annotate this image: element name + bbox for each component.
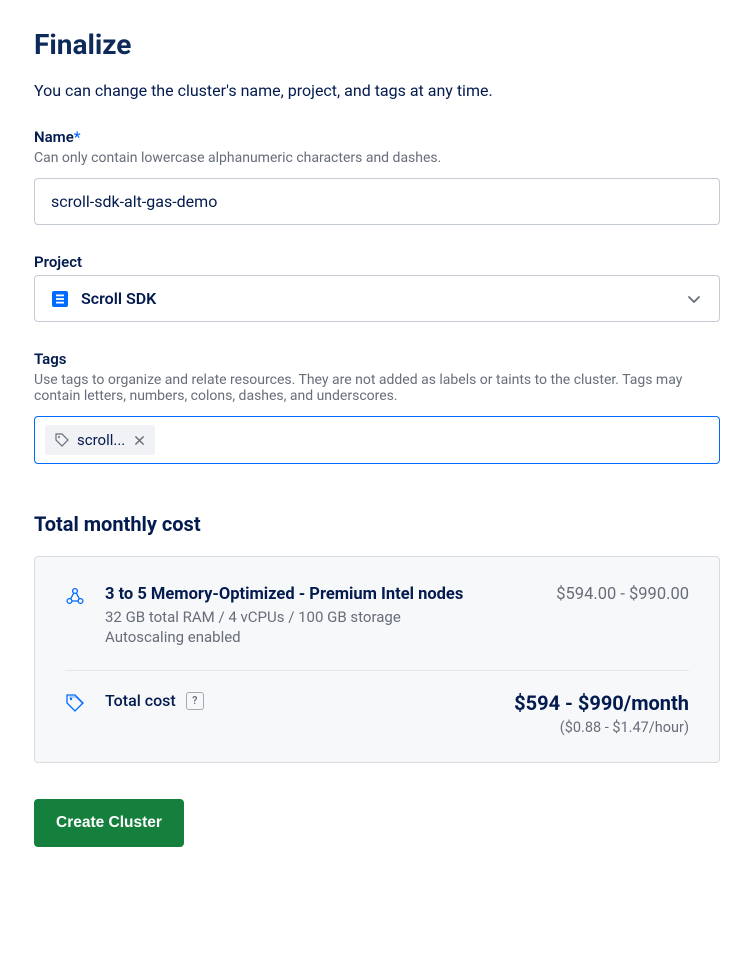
tags-input[interactable]: scroll... xyxy=(34,416,720,464)
total-cost-label-wrap: Total cost ? xyxy=(105,691,204,710)
tags-label: Tags xyxy=(34,350,720,368)
project-label: Project xyxy=(34,253,720,271)
nodes-autoscaling: Autoscaling enabled xyxy=(105,628,538,646)
chevron-down-icon xyxy=(685,290,703,308)
name-label-text: Name xyxy=(34,128,74,146)
page-title: Finalize xyxy=(34,28,720,61)
page-subtitle: You can change the cluster's name, proje… xyxy=(34,81,720,100)
pricetag-icon xyxy=(65,693,85,713)
nodes-icon xyxy=(65,587,85,607)
name-input[interactable] xyxy=(34,178,720,225)
cost-heading: Total monthly cost xyxy=(34,512,720,536)
help-icon[interactable]: ? xyxy=(186,692,204,710)
nodes-title: 3 to 5 Memory-Optimized - Premium Intel … xyxy=(105,585,538,604)
nodes-price-range: $594.00 - $990.00 xyxy=(556,585,689,604)
total-hourly: ($0.88 - $1.47/hour) xyxy=(222,719,689,736)
tag-icon xyxy=(55,433,69,447)
project-icon xyxy=(51,290,69,308)
total-price: $594 - $990/month xyxy=(222,691,689,715)
close-icon xyxy=(134,435,145,446)
tag-chip: scroll... xyxy=(45,425,155,455)
required-marker: * xyxy=(74,128,81,146)
cost-card: 3 to 5 Memory-Optimized - Premium Intel … xyxy=(34,556,720,763)
total-cost-label: Total cost xyxy=(105,691,176,710)
name-hint: Can only contain lowercase alphanumeric … xyxy=(34,150,720,166)
divider xyxy=(65,670,689,671)
tag-remove-button[interactable] xyxy=(133,434,145,446)
tags-hint: Use tags to organize and relate resource… xyxy=(34,372,720,404)
name-label: Name* xyxy=(34,128,720,146)
project-select[interactable]: Scroll SDK xyxy=(34,275,720,322)
create-cluster-button[interactable]: Create Cluster xyxy=(34,799,184,847)
tag-text: scroll... xyxy=(77,431,125,449)
project-selected-text: Scroll SDK xyxy=(81,289,673,308)
nodes-specs: 32 GB total RAM / 4 vCPUs / 100 GB stora… xyxy=(105,608,538,626)
